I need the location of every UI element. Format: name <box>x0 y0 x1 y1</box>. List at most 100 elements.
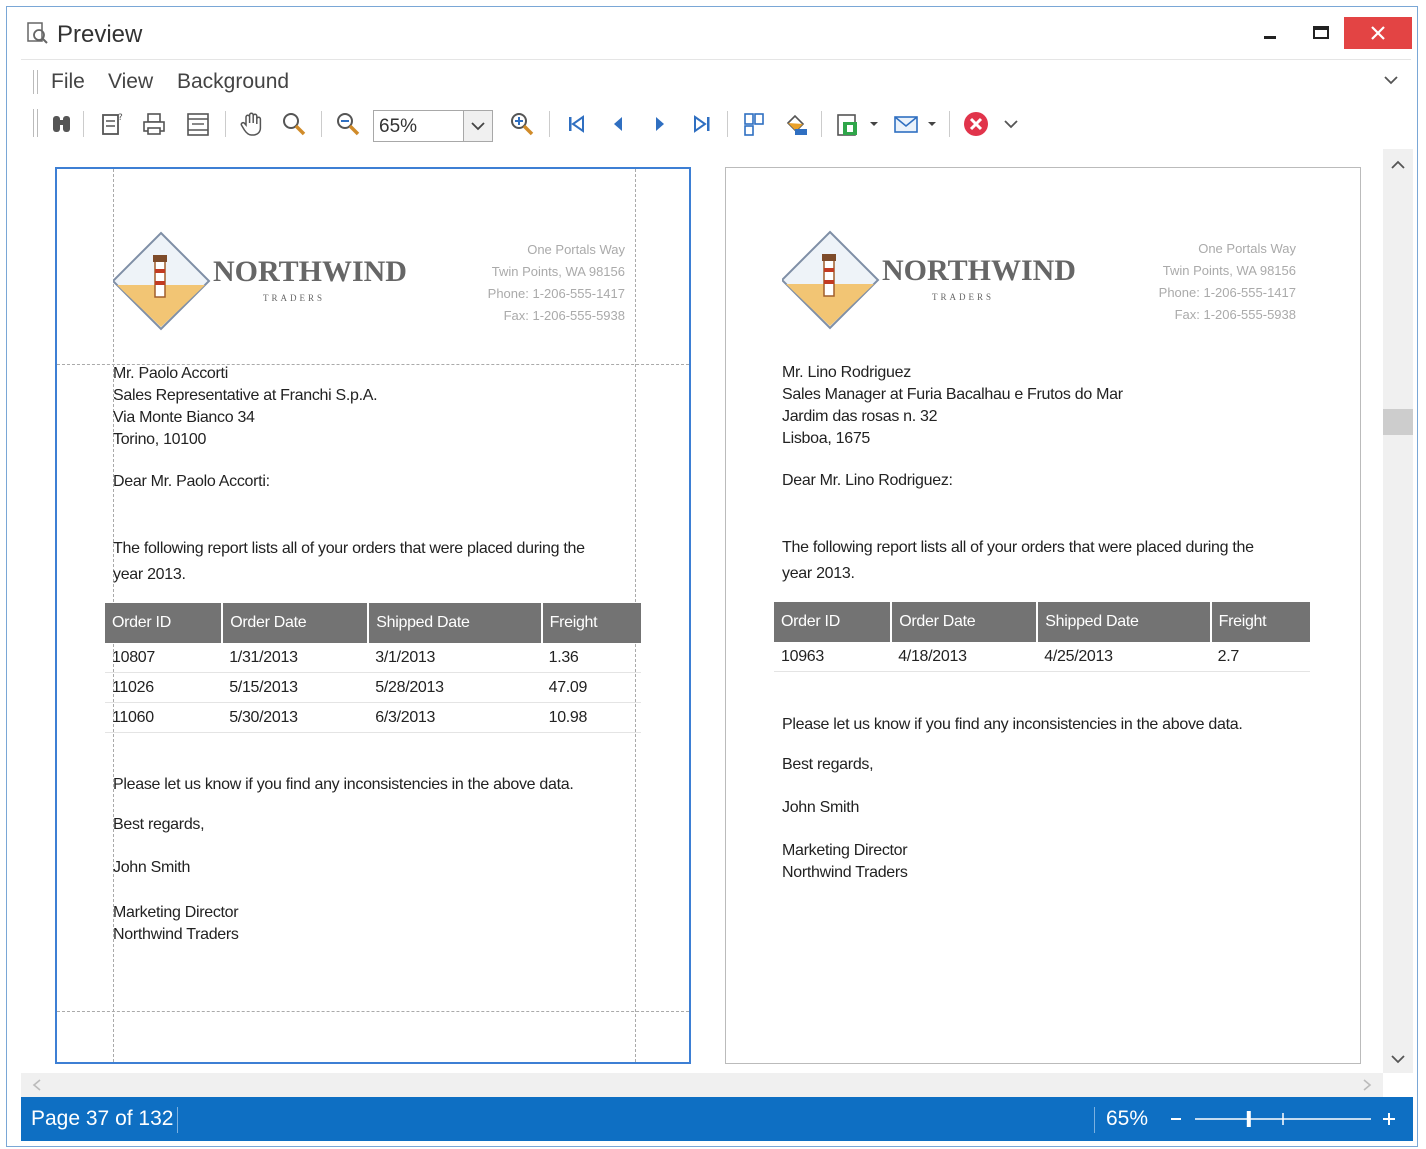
menu-grip[interactable] <box>33 70 38 94</box>
scroll-down-icon[interactable] <box>1383 1047 1413 1071</box>
menu-view[interactable]: View <box>108 70 153 94</box>
horizontal-scrollbar[interactable] <box>21 1073 1383 1097</box>
table-cell: 11060 <box>105 702 223 733</box>
open-icon[interactable]: ? <box>97 109 127 139</box>
column-header: Shipped Date <box>368 603 543 643</box>
vertical-scroll-thumb[interactable] <box>1383 409 1413 435</box>
menu-file[interactable]: File <box>51 70 85 94</box>
toolbar-separator <box>821 111 822 137</box>
zoom-combobox[interactable]: 65% <box>373 110 493 142</box>
orders-table: Order ID Order Date Shipped Date Freight… <box>774 602 1310 672</box>
first-page-icon[interactable] <box>561 109 591 139</box>
table-cell: 5/15/2013 <box>222 672 369 703</box>
find-icon[interactable] <box>47 109 77 139</box>
table-cell: 5/30/2013 <box>222 702 369 733</box>
table-header-row: Order ID Order Date Shipped Date Freight <box>774 602 1310 642</box>
toolbar-separator <box>83 111 84 137</box>
document-viewport[interactable]: NORTHWIND TRADERS One Portals Way Twin P… <box>21 149 1383 1077</box>
margin-guide <box>57 1011 689 1012</box>
next-page-icon[interactable] <box>645 109 675 139</box>
table-row: 10963 4/18/2013 4/25/2013 2.7 <box>774 642 1310 672</box>
closing-text: Please let us know if you find any incon… <box>782 716 1243 733</box>
table-cell: 1.36 <box>541 643 641 673</box>
window-title: Preview <box>57 21 143 48</box>
scroll-left-icon[interactable] <box>27 1073 47 1097</box>
hand-tool-icon[interactable] <box>237 109 267 139</box>
close-preview-icon[interactable] <box>961 109 991 139</box>
closing-text: Please let us know if you find any incon… <box>113 776 574 793</box>
company-address: One Portals Way Twin Points, WA 98156 Ph… <box>487 242 625 323</box>
menu-background[interactable]: Background <box>177 70 289 94</box>
print-icon[interactable] <box>139 109 169 139</box>
zoom-slider[interactable] <box>1161 1103 1401 1135</box>
multiple-pages-icon[interactable] <box>739 109 769 139</box>
intro-paragraph: The following report lists all of your o… <box>782 539 1254 582</box>
last-page-icon[interactable] <box>687 109 717 139</box>
table-row: 10807 1/31/2013 3/1/2013 1.36 <box>105 643 641 673</box>
zoom-percentage: 65% <box>1106 1107 1149 1130</box>
table-cell: 47.09 <box>541 672 641 703</box>
column-header: Shipped Date <box>1037 602 1212 642</box>
table-cell: 3/1/2013 <box>368 643 542 673</box>
table-cell: 10807 <box>105 643 223 673</box>
column-header: Order ID <box>105 603 224 643</box>
zoom-in-icon[interactable] <box>507 109 537 139</box>
scroll-up-icon[interactable] <box>1383 153 1413 177</box>
status-separator <box>177 1107 178 1133</box>
toolbar: ? 65% <box>21 101 1411 147</box>
table-cell: 2.7 <box>1210 642 1310 672</box>
column-header: Order Date <box>222 603 370 643</box>
toolbar-separator <box>225 111 226 137</box>
toolbar-separator <box>549 111 550 137</box>
export-dropdown-arrow-icon[interactable] <box>867 109 881 139</box>
toolbar-separator <box>727 111 728 137</box>
column-header: Freight <box>1210 602 1310 642</box>
close-button[interactable] <box>1344 17 1412 49</box>
table-cell: 10.98 <box>541 702 641 733</box>
vertical-scrollbar[interactable] <box>1383 149 1413 1073</box>
svg-text:?: ? <box>118 113 123 123</box>
recipient-address: Mr. Lino Rodriguez Sales Manager at Furi… <box>782 364 1123 447</box>
page-setup-icon[interactable] <box>183 109 213 139</box>
export-icon[interactable] <box>833 109 863 139</box>
zoom-dropdown-button[interactable] <box>463 111 492 141</box>
recipient-address: Mr. Paolo Accorti Sales Representative a… <box>113 365 378 448</box>
toolbar-separator <box>949 111 950 137</box>
company-tagline: TRADERS <box>263 293 325 303</box>
chevron-down-icon[interactable] <box>1383 72 1399 88</box>
zoom-slider-thumb[interactable] <box>1246 1111 1251 1127</box>
close-icon <box>1371 26 1385 40</box>
scroll-right-icon[interactable] <box>1357 1073 1377 1097</box>
signer-title: Marketing Director Northwind Traders <box>782 842 908 881</box>
company-name: NORTHWIND <box>882 254 1076 287</box>
minimize-button[interactable] <box>1247 17 1295 49</box>
regards-text: Best regards, <box>113 816 205 833</box>
send-email-icon[interactable] <box>891 109 921 139</box>
zoom-out-icon[interactable] <box>333 109 363 139</box>
zoom-in-plus-icon[interactable] <box>1383 1113 1395 1125</box>
greeting: Dear Mr. Paolo Accorti: <box>113 473 270 490</box>
zoom-value[interactable]: 65% <box>379 116 417 138</box>
table-header-row: Order ID Order Date Shipped Date Freight <box>105 603 641 643</box>
toolbar-grip[interactable] <box>33 109 38 137</box>
signer-name: John Smith <box>113 859 191 876</box>
document-page[interactable]: NORTHWIND TRADERS One Portals Way Twin P… <box>725 167 1361 1064</box>
previous-page-icon[interactable] <box>603 109 633 139</box>
column-header: Freight <box>541 603 641 643</box>
document-page[interactable]: NORTHWIND TRADERS One Portals Way Twin P… <box>55 167 691 1064</box>
email-dropdown-arrow-icon[interactable] <box>925 109 939 139</box>
title-bar: Preview <box>7 7 1417 59</box>
greeting: Dear Mr. Lino Rodriguez: <box>782 472 953 489</box>
page-indicator: Page 37 of 132 <box>31 1107 174 1130</box>
chevron-down-icon <box>471 122 485 131</box>
background-color-icon[interactable] <box>781 109 811 139</box>
table-cell: 4/25/2013 <box>1037 642 1211 672</box>
maximize-button[interactable] <box>1297 17 1345 49</box>
toolbar-overflow-chevron-icon[interactable] <box>1001 109 1021 139</box>
preview-window: Preview File View Background ? 65% NORTH… <box>6 6 1418 1147</box>
maximize-icon <box>1313 26 1329 39</box>
regards-text: Best regards, <box>782 756 874 773</box>
company-name: NORTHWIND <box>213 255 407 288</box>
minimize-icon <box>1264 36 1276 39</box>
magnifier-icon[interactable] <box>279 109 309 139</box>
